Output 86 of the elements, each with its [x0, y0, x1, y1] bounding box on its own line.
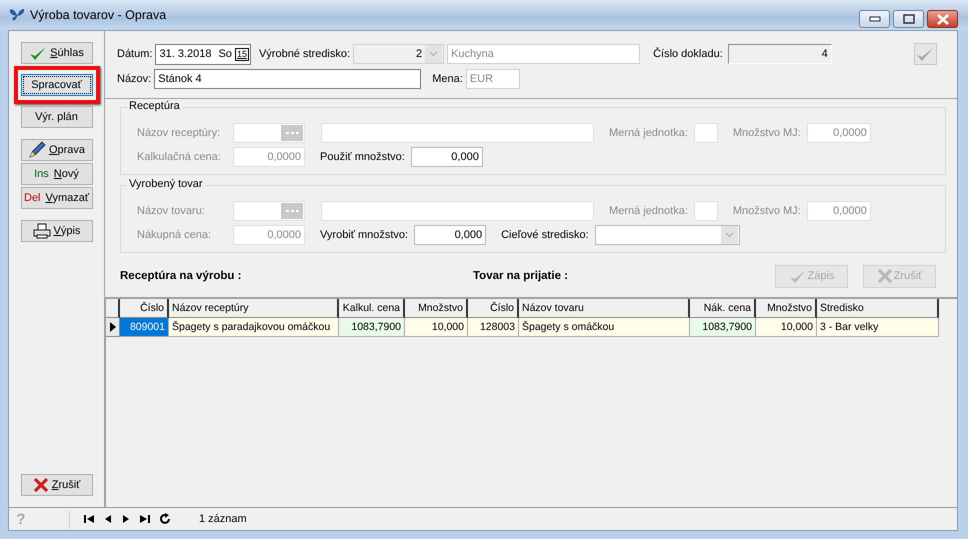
- section-title: Receptúra na výrobu :: [120, 270, 242, 282]
- name-field[interactable]: Stánok 4: [154, 69, 422, 89]
- column-header[interactable]: Stredisko: [817, 299, 939, 318]
- field-label: Kalkulačná cena:: [137, 151, 222, 163]
- column-header[interactable]: Názov receptúry: [169, 299, 339, 318]
- column-header[interactable]: Množstvo: [405, 299, 468, 318]
- window-title: Výroba tovarov - Oprava: [30, 8, 168, 22]
- table-cell: 10,000: [756, 318, 817, 337]
- input-field[interactable]: [233, 201, 305, 221]
- table-cell: 1083,7900: [690, 318, 756, 337]
- column-header[interactable]: Kalkul. cena: [339, 299, 405, 318]
- date-field[interactable]: 31. 3.2018 So 15: [155, 44, 251, 64]
- minimize-button[interactable]: [859, 10, 890, 28]
- last-record-icon[interactable]: [139, 514, 151, 524]
- input-field[interactable]: 0,000: [414, 225, 486, 245]
- currency-field: EUR: [466, 69, 520, 89]
- input-field[interactable]: [694, 123, 718, 143]
- input-field[interactable]: [233, 123, 305, 143]
- field-label: Vyrobiť množstvo:: [320, 229, 408, 241]
- close-icon: [936, 14, 950, 24]
- butterfly-icon: [8, 7, 26, 23]
- group-title: Receptúra: [127, 100, 182, 112]
- check-icon: [788, 268, 807, 284]
- group-title: Vyrobený tovar: [127, 178, 205, 190]
- cross-icon: [32, 478, 49, 492]
- cancel-button[interactable]: Zrušiť: [20, 474, 92, 496]
- document-number-field: 4: [728, 44, 832, 64]
- printer-icon: [32, 223, 51, 239]
- first-record-icon[interactable]: [83, 514, 95, 524]
- toolbar-button[interactable]: Výr. plán: [20, 106, 92, 128]
- field-label: Použiť množstvo:: [320, 151, 405, 163]
- table-cell: 3 - Bar velky: [817, 318, 939, 337]
- field-label: Názov receptúry:: [137, 127, 222, 139]
- field-label: Množstvo MJ:: [732, 127, 801, 139]
- toolbar-button[interactable]: Del Vymazať: [20, 187, 92, 209]
- ellipsis-icon: [281, 203, 303, 219]
- cross-icon: [876, 269, 893, 283]
- table-cell: 10,000: [405, 318, 468, 337]
- ellipsis-icon: [281, 125, 303, 141]
- refresh-icon[interactable]: [159, 513, 171, 525]
- restore-icon: [902, 14, 914, 24]
- previous-record-icon[interactable]: [103, 514, 113, 524]
- input-field[interactable]: 0,000: [410, 147, 483, 167]
- field-label: Množstvo MJ:: [732, 205, 801, 217]
- input-field[interactable]: [694, 201, 718, 221]
- check-icon: [916, 46, 934, 62]
- toolbar-button[interactable]: Súhlas: [20, 42, 92, 64]
- table-cell: Špagety s omáčkou: [519, 318, 690, 337]
- column-header[interactable]: Číslo: [120, 299, 169, 318]
- center-code-combo[interactable]: 2: [353, 44, 444, 64]
- table-cell: 1083,7900: [339, 318, 405, 337]
- column-header[interactable]: Názov tovaru: [519, 299, 690, 318]
- section-title: Tovar na prijatie :: [473, 270, 570, 282]
- maximize-button[interactable]: [893, 10, 924, 28]
- field-label: Výrobné stredisko:: [258, 48, 350, 60]
- current-row-icon: [108, 321, 116, 333]
- toolbar-button[interactable]: Spracovať: [20, 74, 92, 96]
- grid-corner: [106, 299, 120, 318]
- close-button[interactable]: [927, 10, 958, 28]
- toolbar-button[interactable]: Oprava: [20, 139, 92, 161]
- field-label: Merná jednotka:: [609, 127, 688, 139]
- calendar-button[interactable]: 15: [234, 48, 249, 60]
- center-name-field: Kuchyna: [447, 44, 640, 64]
- table-cell: 128003: [468, 318, 519, 337]
- field-label: Číslo dokladu:: [653, 48, 723, 60]
- field-label: Merná jednotka:: [609, 205, 688, 217]
- column-header[interactable]: Číslo: [468, 299, 519, 318]
- minimize-icon: [868, 16, 880, 22]
- field-label: Názov tovaru:: [137, 205, 206, 217]
- field-label: Nákupná cena:: [137, 229, 212, 241]
- table-cell: 809001: [120, 318, 169, 337]
- check-icon: [29, 45, 48, 61]
- pencil-icon: [28, 141, 46, 159]
- row-indicator[interactable]: [106, 318, 120, 337]
- toolbar-button[interactable]: Ins Nový: [20, 163, 92, 185]
- next-record-icon[interactable]: [121, 514, 131, 524]
- table-cell: Špagety s paradajkovou omáčkou: [169, 318, 339, 337]
- column-header[interactable]: Množstvo: [756, 299, 817, 318]
- field-label: Mena:: [432, 73, 463, 85]
- toolbar-button[interactable]: Výpis: [20, 220, 92, 242]
- dropdown-field[interactable]: [594, 225, 740, 245]
- field-label: Cieľové stredisko:: [501, 229, 589, 241]
- record-count: 1 záznam: [199, 513, 247, 525]
- column-header[interactable]: Nák. cena: [690, 299, 756, 318]
- field-label: Dátum:: [117, 48, 152, 60]
- field-label: Názov:: [117, 73, 152, 85]
